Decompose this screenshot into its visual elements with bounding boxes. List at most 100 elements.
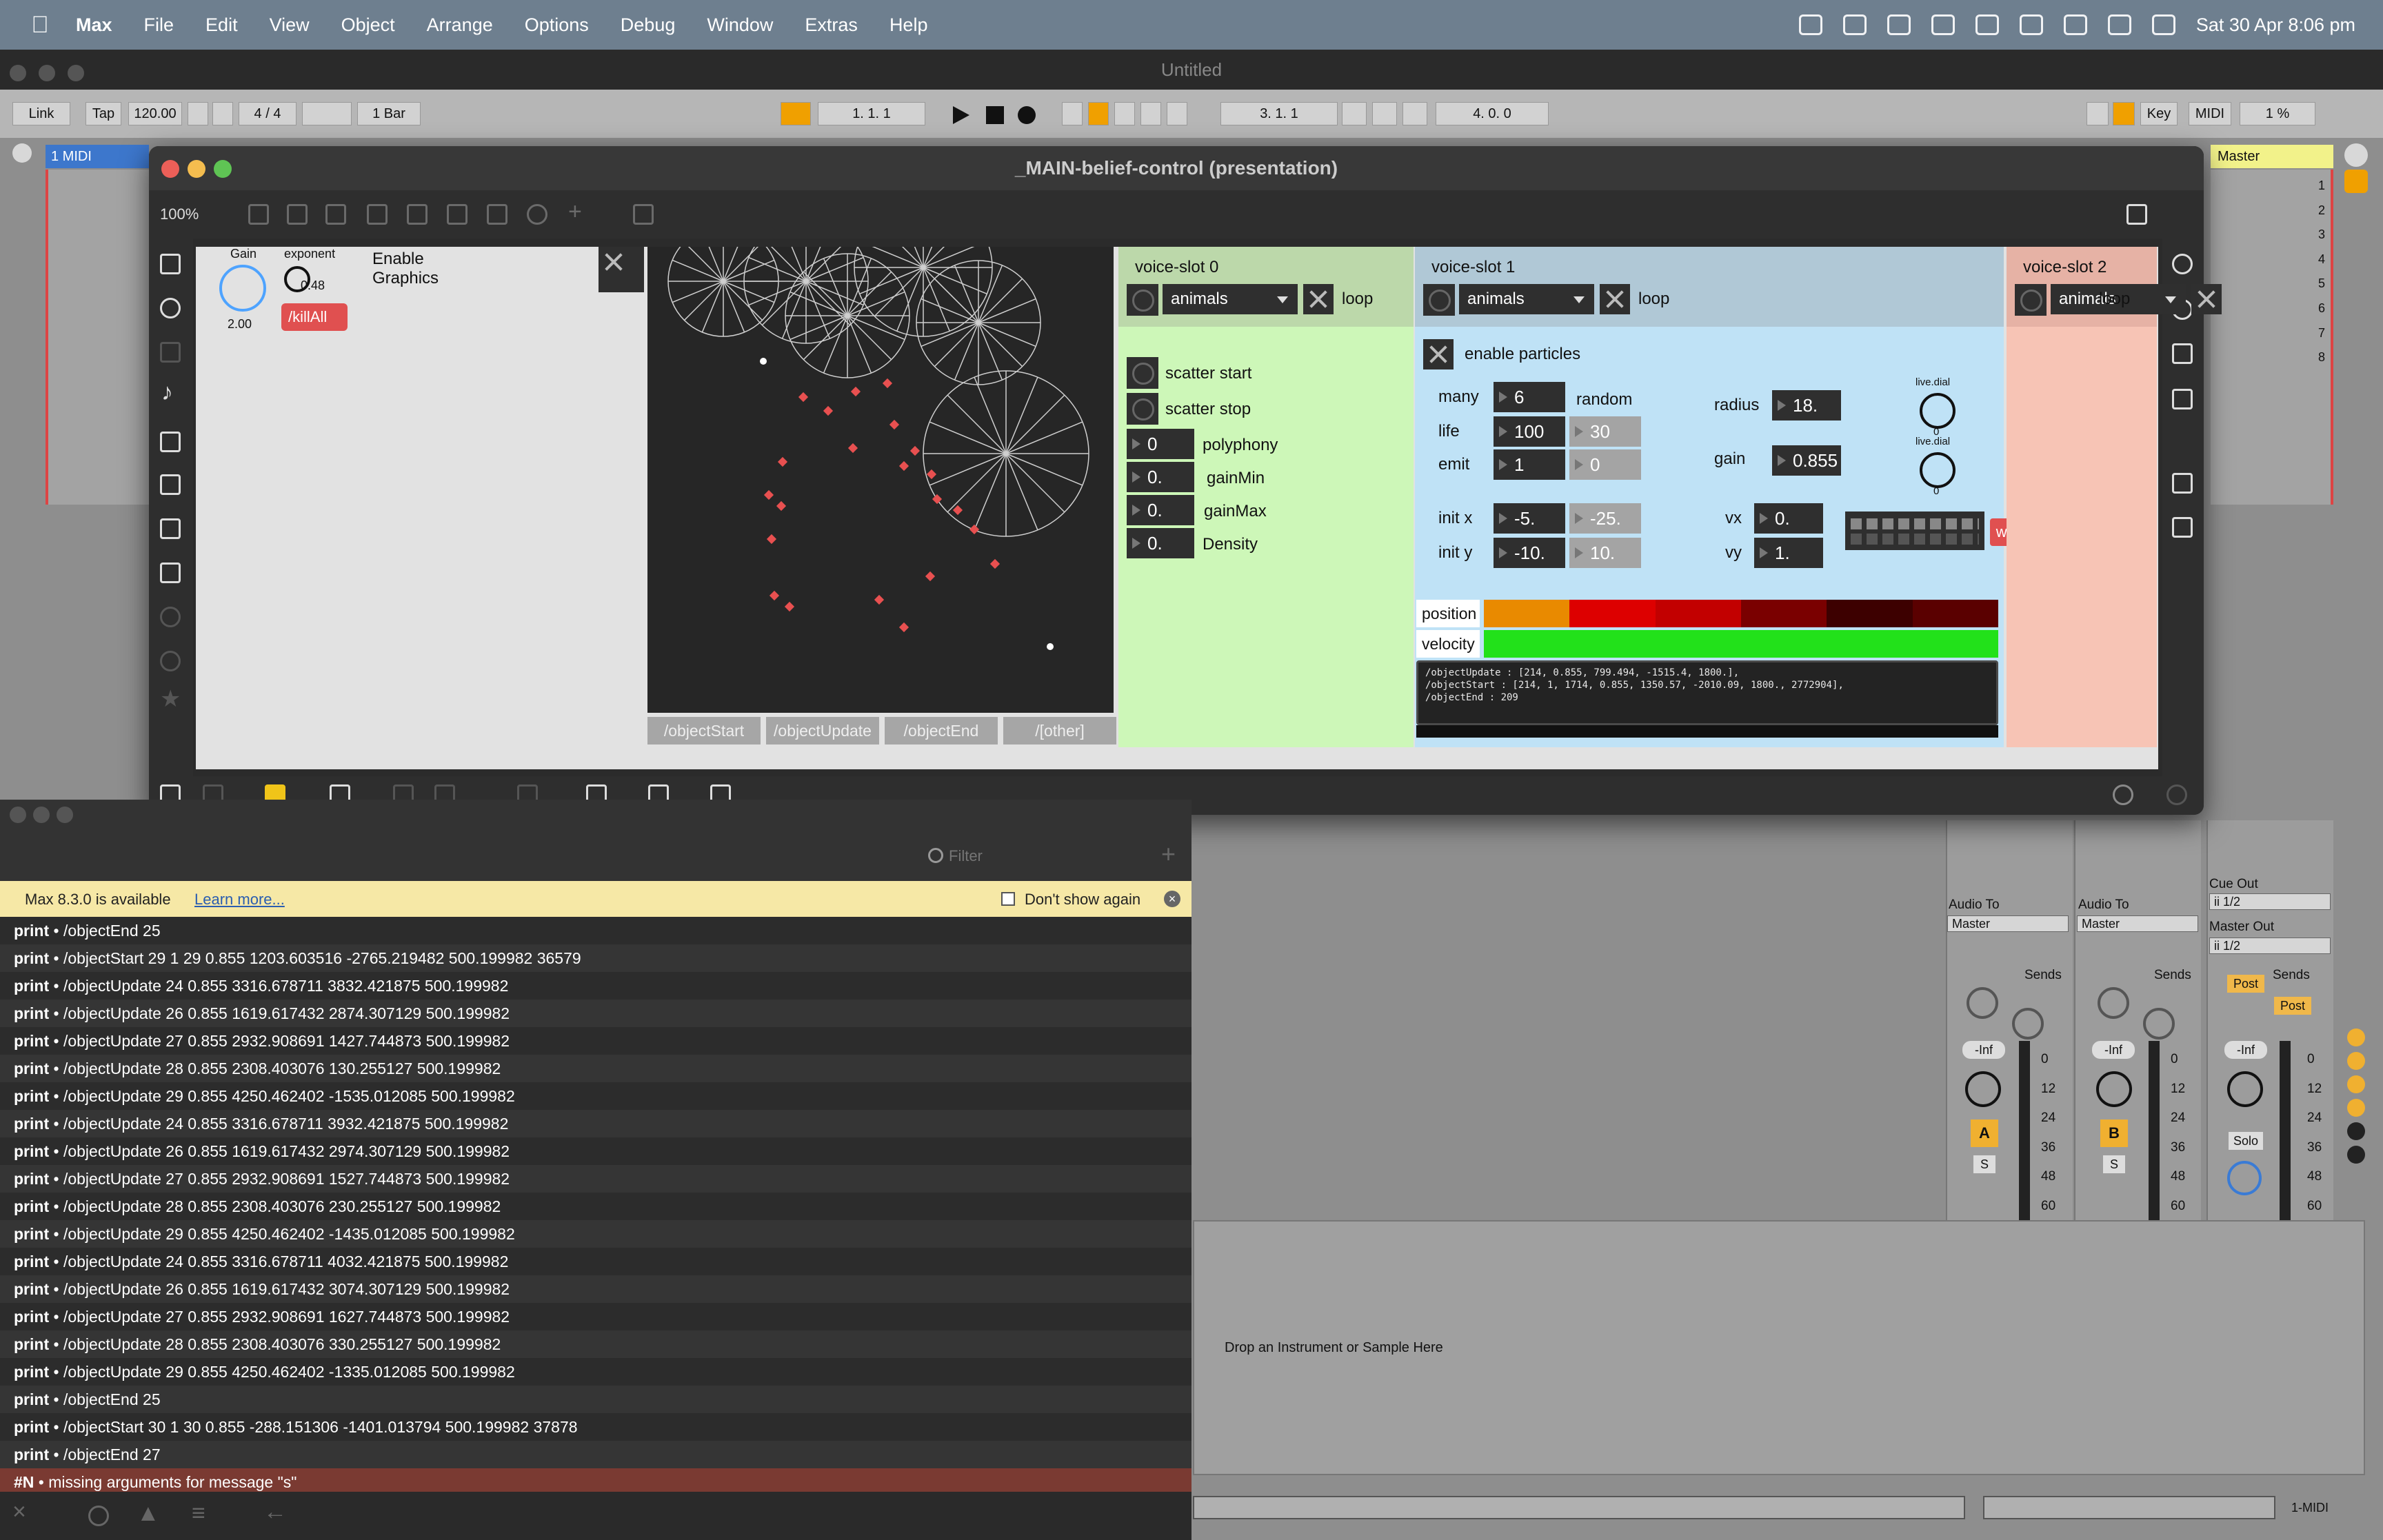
track-clip-slots[interactable] (46, 170, 149, 505)
minimize-button[interactable] (188, 160, 205, 178)
live-minimize-button[interactable] (39, 65, 55, 81)
vx-number[interactable]: 0. (1754, 503, 1823, 534)
gain-number[interactable]: 0.855 (1772, 445, 1841, 476)
enable-particles-toggle[interactable] (1423, 339, 1454, 369)
quantize-menu[interactable]: 1 Bar (357, 102, 421, 125)
menu-edit[interactable]: Edit (205, 14, 238, 36)
post-button[interactable]: Post (2227, 975, 2264, 993)
menu-debug[interactable]: Debug (621, 14, 676, 36)
stack-icon[interactable]: ≡ (192, 1500, 205, 1527)
menu-object[interactable]: Object (341, 14, 395, 36)
send-a-knob[interactable] (2098, 987, 2129, 1019)
message-box-icon[interactable] (287, 204, 308, 225)
console-row[interactable]: print • /objectStart 30 1 30 0.855 -288.… (0, 1413, 1192, 1441)
emit-random-number[interactable]: 0 (1569, 449, 1641, 480)
master-volume-readout[interactable]: -Inf (2224, 1041, 2267, 1059)
h-icon[interactable] (160, 651, 181, 671)
learn-more-link[interactable]: Learn more... (194, 891, 285, 909)
control-center-icon[interactable] (2151, 14, 2175, 35)
position-slider-segment[interactable] (1740, 600, 1827, 627)
audio-to-select[interactable]: Master (1947, 915, 2069, 932)
punch-out-button[interactable] (1402, 102, 1427, 125)
gain-dial[interactable] (219, 265, 266, 312)
console-row[interactable]: print • /objectEnd 27 (0, 1441, 1192, 1468)
audio-to-select[interactable]: Master (2077, 915, 2198, 932)
voice-slot-2-loop-toggle[interactable] (2191, 284, 2222, 314)
play-icon[interactable] (953, 106, 969, 124)
scene-number[interactable]: 5 (2318, 272, 2325, 296)
menu-file[interactable]: File (144, 14, 174, 36)
route-objectupdate-button[interactable]: /objectUpdate (766, 717, 879, 744)
dsp-icon[interactable] (2113, 784, 2133, 805)
device-view[interactable]: Drop an Instrument or Sample Here (1193, 1220, 2365, 1475)
paperclip-icon[interactable] (160, 518, 181, 539)
scene-number[interactable]: 7 (2318, 321, 2325, 346)
radius-number[interactable]: 18. (1772, 390, 1841, 421)
music-note-icon[interactable]: ♪ (161, 379, 173, 406)
list-icon[interactable] (2172, 389, 2193, 409)
grid-icon[interactable] (2126, 204, 2147, 225)
stop-icon[interactable] (986, 106, 1004, 124)
gainmin-number[interactable]: 0. (1127, 462, 1194, 492)
pan-knob[interactable] (2096, 1071, 2132, 1107)
emit-number[interactable]: 1 (1494, 449, 1565, 480)
app-arrow-icon[interactable] (1931, 14, 1955, 35)
init-x-random-number[interactable]: -25. (1569, 503, 1641, 534)
session-record-button[interactable] (1167, 102, 1187, 125)
menu-extras[interactable]: Extras (805, 14, 858, 36)
columns-icon[interactable] (2172, 343, 2193, 364)
loop-start-field[interactable]: 3. 1. 1 (1220, 102, 1338, 125)
status-bar-left[interactable] (1193, 1496, 1965, 1519)
back-to-arrangement-button[interactable] (1114, 102, 1135, 125)
route-other-button[interactable]: /[other] (1003, 717, 1116, 744)
console-row[interactable]: print • /objectEnd 25 (0, 1386, 1192, 1413)
power-icon[interactable] (2166, 784, 2187, 805)
position-slider-segment[interactable] (1484, 600, 1570, 627)
toggle-icon[interactable] (367, 204, 388, 225)
voice-slot-1-loop-toggle[interactable] (1600, 284, 1630, 314)
camera-icon[interactable] (2172, 473, 2193, 494)
cue-volume-knob[interactable] (2227, 1161, 2262, 1195)
scene-number[interactable]: 2 (2318, 199, 2325, 223)
zoom-button[interactable] (214, 160, 232, 178)
life-random-number[interactable]: 30 (1569, 416, 1641, 447)
status-bar-right[interactable] (1983, 1496, 2275, 1519)
console-zoom-button[interactable] (57, 807, 73, 823)
position-slider-segment[interactable] (1569, 600, 1656, 627)
object-box-icon[interactable] (248, 204, 269, 225)
density-number[interactable]: 0. (1127, 528, 1194, 558)
cloud-icon[interactable] (1887, 14, 1911, 35)
punch-in-button[interactable] (1342, 102, 1367, 125)
live-dial-1[interactable] (1920, 393, 1955, 429)
send-a-knob[interactable] (1967, 987, 1998, 1019)
search-icon[interactable] (2107, 14, 2131, 35)
send-b-knob[interactable] (2012, 1008, 2044, 1040)
record-icon[interactable] (1018, 106, 1036, 124)
console-row[interactable]: print • /objectUpdate 26 0.855 1619.6174… (0, 1137, 1192, 1165)
dont-show-checkbox[interactable] (1001, 892, 1015, 906)
menu-app[interactable]: Max (76, 14, 112, 36)
metronome-button[interactable] (302, 102, 352, 125)
loop-switch-button[interactable] (1372, 102, 1397, 125)
route-objectend-button[interactable]: /objectEnd (885, 717, 998, 744)
tempo-field[interactable]: 120.00 (128, 102, 182, 125)
menubar-clock[interactable]: Sat 30 Apr 8:06 pm (2196, 14, 2355, 36)
scatter-start-bang[interactable] (1127, 357, 1158, 389)
star-icon[interactable]: ★ (160, 685, 181, 713)
dial-icon[interactable] (527, 204, 547, 225)
wifi-icon[interactable] (2063, 14, 2087, 35)
slider-icon[interactable] (487, 204, 507, 225)
init-x-number[interactable]: -5. (1494, 503, 1565, 534)
scene-number[interactable]: 6 (2318, 296, 2325, 321)
track-activator-a[interactable]: A (1971, 1119, 1998, 1147)
apple-icon[interactable]:  (28, 12, 52, 37)
menu-window[interactable]: Window (707, 14, 773, 36)
paint-bucket-icon[interactable] (633, 204, 654, 225)
comment-icon[interactable] (325, 204, 346, 225)
add-icon[interactable]: + (568, 199, 582, 225)
key-map-button[interactable]: Key (2140, 102, 2178, 125)
scene-number[interactable]: 3 (2318, 223, 2325, 247)
voice-slot-1-menu[interactable]: animals (1459, 284, 1594, 314)
midi-map-button[interactable]: MIDI (2189, 102, 2231, 125)
menu-arrange[interactable]: Arrange (427, 14, 493, 36)
